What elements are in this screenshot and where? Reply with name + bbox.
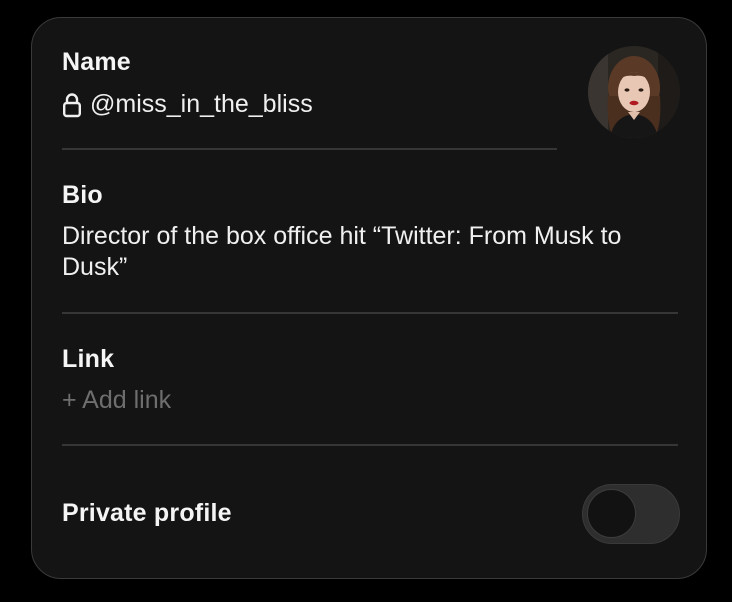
username-field[interactable]: @miss_in_the_bliss [62,89,313,120]
avatar[interactable] [588,46,680,138]
profile-photo [588,46,680,138]
toggle-knob [587,489,636,538]
link-label: Link [62,345,115,373]
private-profile-label: Private profile [62,499,232,527]
username-handle: @miss_in_the_bliss [90,90,313,118]
private-profile-toggle[interactable] [582,484,680,544]
edit-profile-card: Name @miss_in_the_bliss Bio Director of … [31,17,707,579]
bio-label: Bio [62,181,103,209]
bio-text[interactable]: Director of the box office hit “Twitter:… [62,221,672,283]
add-link-button[interactable]: + Add link [62,385,171,416]
bio-divider [62,312,678,314]
lock-icon [63,92,82,117]
link-divider [62,444,678,446]
name-label: Name [62,48,131,76]
name-divider [62,148,557,150]
